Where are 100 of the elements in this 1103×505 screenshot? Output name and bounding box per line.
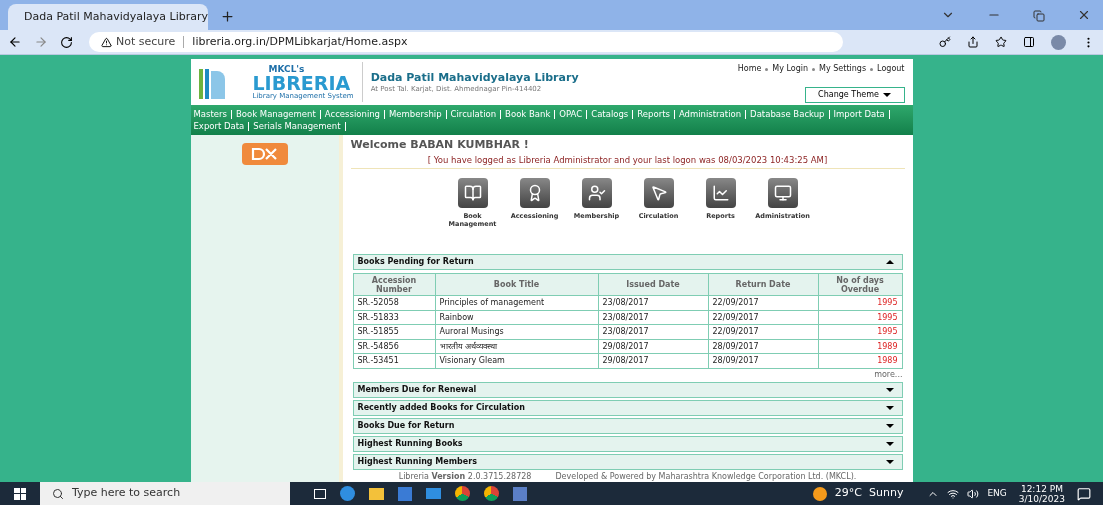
table-cell: Visionary Gleam [435,353,598,369]
notification-icon[interactable] [1077,486,1091,501]
nav-link[interactable]: Membership [389,108,442,120]
nav-link[interactable]: Accessioning [324,108,381,120]
expand-caret-icon [885,459,894,464]
cursor-icon [649,184,668,203]
logo-caption: MKCL's [268,64,306,74]
table-cell: 28/09/2017 [708,339,818,354]
dx-logo [241,143,288,165]
taskbar-search-field[interactable]: Type here to search [40,482,290,505]
expand-caret-icon [885,423,894,428]
table-cell: Auroral Musings [435,324,598,340]
url-text: libreria.org.in/DPMLibkarjat/Home.aspx [192,33,408,50]
table-cell: 22/09/2017 [708,295,818,311]
side-panel-icon[interactable] [1023,36,1035,48]
panel-header[interactable]: Books Due for Return [352,417,903,434]
panel-title: Highest Running Books [357,437,463,450]
table-cell: SR.-52058 [353,295,435,311]
back-icon[interactable] [8,35,22,49]
panel-header[interactable]: Members Due for Renewal [352,381,903,398]
volume-icon[interactable] [967,487,980,500]
column-header: No of days Overdue [818,273,902,296]
nav-link[interactable]: Serials Management [253,120,341,132]
nav-link[interactable]: Export Data [193,120,245,132]
tab-title: Dada Patil Mahavidyalaya Library [24,8,208,25]
nav-link[interactable]: Import Data [833,108,885,120]
column-header: Accession Number [353,273,435,296]
more-link[interactable]: more... [874,368,903,380]
table-cell: 29/08/2017 [598,339,708,354]
header-link[interactable]: My Login [772,63,809,75]
credit-text: Developed & Powered by Maharashtra Knowledge Corporation Ltd. (MKCL). [555,471,857,482]
close-window-icon[interactable] [1077,8,1091,22]
windows-start-icon[interactable] [14,487,26,500]
change-theme-button[interactable]: Change Theme [804,87,905,103]
security-label: Not secure [116,33,176,50]
column-header: Issued Date [598,273,708,296]
caret-icon [882,93,891,97]
search-placeholder: Type here to search [72,485,181,502]
language-indicator[interactable]: ENG [987,486,1007,501]
table-cell: 22/09/2017 [708,324,818,340]
panel-title: Highest Running Members [357,455,477,468]
version-text: Libreria Version 2.0.3715.28728 [398,471,532,482]
panel-header[interactable]: Books Pending for Return [352,254,903,271]
table-cell: 22/09/2017 [708,310,818,325]
table-cell: 1989 [818,353,902,369]
bookmark-star-icon[interactable] [995,36,1007,48]
panel-header[interactable]: Highest Running Books [352,435,903,452]
header-link[interactable]: Logout [877,63,905,75]
new-tab-icon[interactable] [220,9,235,24]
panel-title: Recently added Books for Circulation [357,401,525,414]
table-cell: 1995 [818,295,902,311]
book-icon [463,184,482,203]
login-info: [ You have logged as Libreria Administrator and your last logon was 08/03/2023 10:43:25 AM] [426,153,829,167]
member-icon [587,184,606,203]
library-name: Dada Patil Mahavidyalaya Library [370,70,579,85]
warning-icon [101,36,112,48]
panel-title: Members Due for Renewal [357,383,477,396]
table-cell: 23/08/2017 [598,324,708,340]
header-link[interactable]: Home [737,63,762,75]
table-cell: 1995 [818,324,902,340]
profile-avatar[interactable] [1051,34,1066,50]
column-header: Book Title [435,273,598,296]
table-cell: SR.-51833 [353,310,435,325]
table-cell: SR.-53451 [353,353,435,369]
table-cell: SR.-54856 [353,339,435,354]
table-cell: 23/08/2017 [598,310,708,325]
table-cell: Rainbow [435,310,598,325]
table-cell: 23/08/2017 [598,295,708,311]
task-view-icon[interactable] [314,488,326,499]
restore-icon[interactable] [1033,10,1045,22]
expand-caret-icon [885,405,894,410]
column-header: Return Date [708,273,818,296]
panel-header[interactable]: Highest Running Members [352,453,903,470]
key-icon[interactable] [939,36,951,48]
table-cell: 1989 [818,339,902,354]
screens-icon [773,184,792,203]
table-cell: 28/09/2017 [708,353,818,369]
reload-icon[interactable] [60,35,73,49]
clock-date: 3/10/2023 [1018,493,1065,504]
table-cell: 1995 [818,310,902,325]
table-cell: 29/08/2017 [598,353,708,369]
search-icon [52,487,64,500]
forward-icon[interactable] [34,35,48,49]
address-field[interactable]: Not secure libreria.org.in/DPMLibkarjat/Home.aspx [89,32,843,52]
expand-caret-icon [885,387,894,392]
chart-icon [711,184,730,203]
sun-icon [812,486,827,501]
table-cell: Principles of management [435,295,598,311]
table-cell: भारतीय अर्थव्यवस्था [435,339,598,354]
welcome-heading: Welcome BABAN KUMBHAR ! [350,137,530,153]
share-icon[interactable] [967,36,979,48]
clock-time: 12:12 PM [1020,483,1063,494]
panel-title: Books Pending for Return [357,256,474,269]
network-icon[interactable] [947,487,960,500]
browser-tab[interactable]: Dada Patil Mahavidyalaya Library [8,4,208,30]
weather-text: 29°C Sunny [834,485,904,502]
header-link[interactable]: My Settings [819,63,867,75]
panel-header[interactable]: Recently added Books for Circulation [352,399,903,416]
logo-wordmark: LIBRERIA [252,73,351,93]
table-cell: SR.-51855 [353,324,435,340]
